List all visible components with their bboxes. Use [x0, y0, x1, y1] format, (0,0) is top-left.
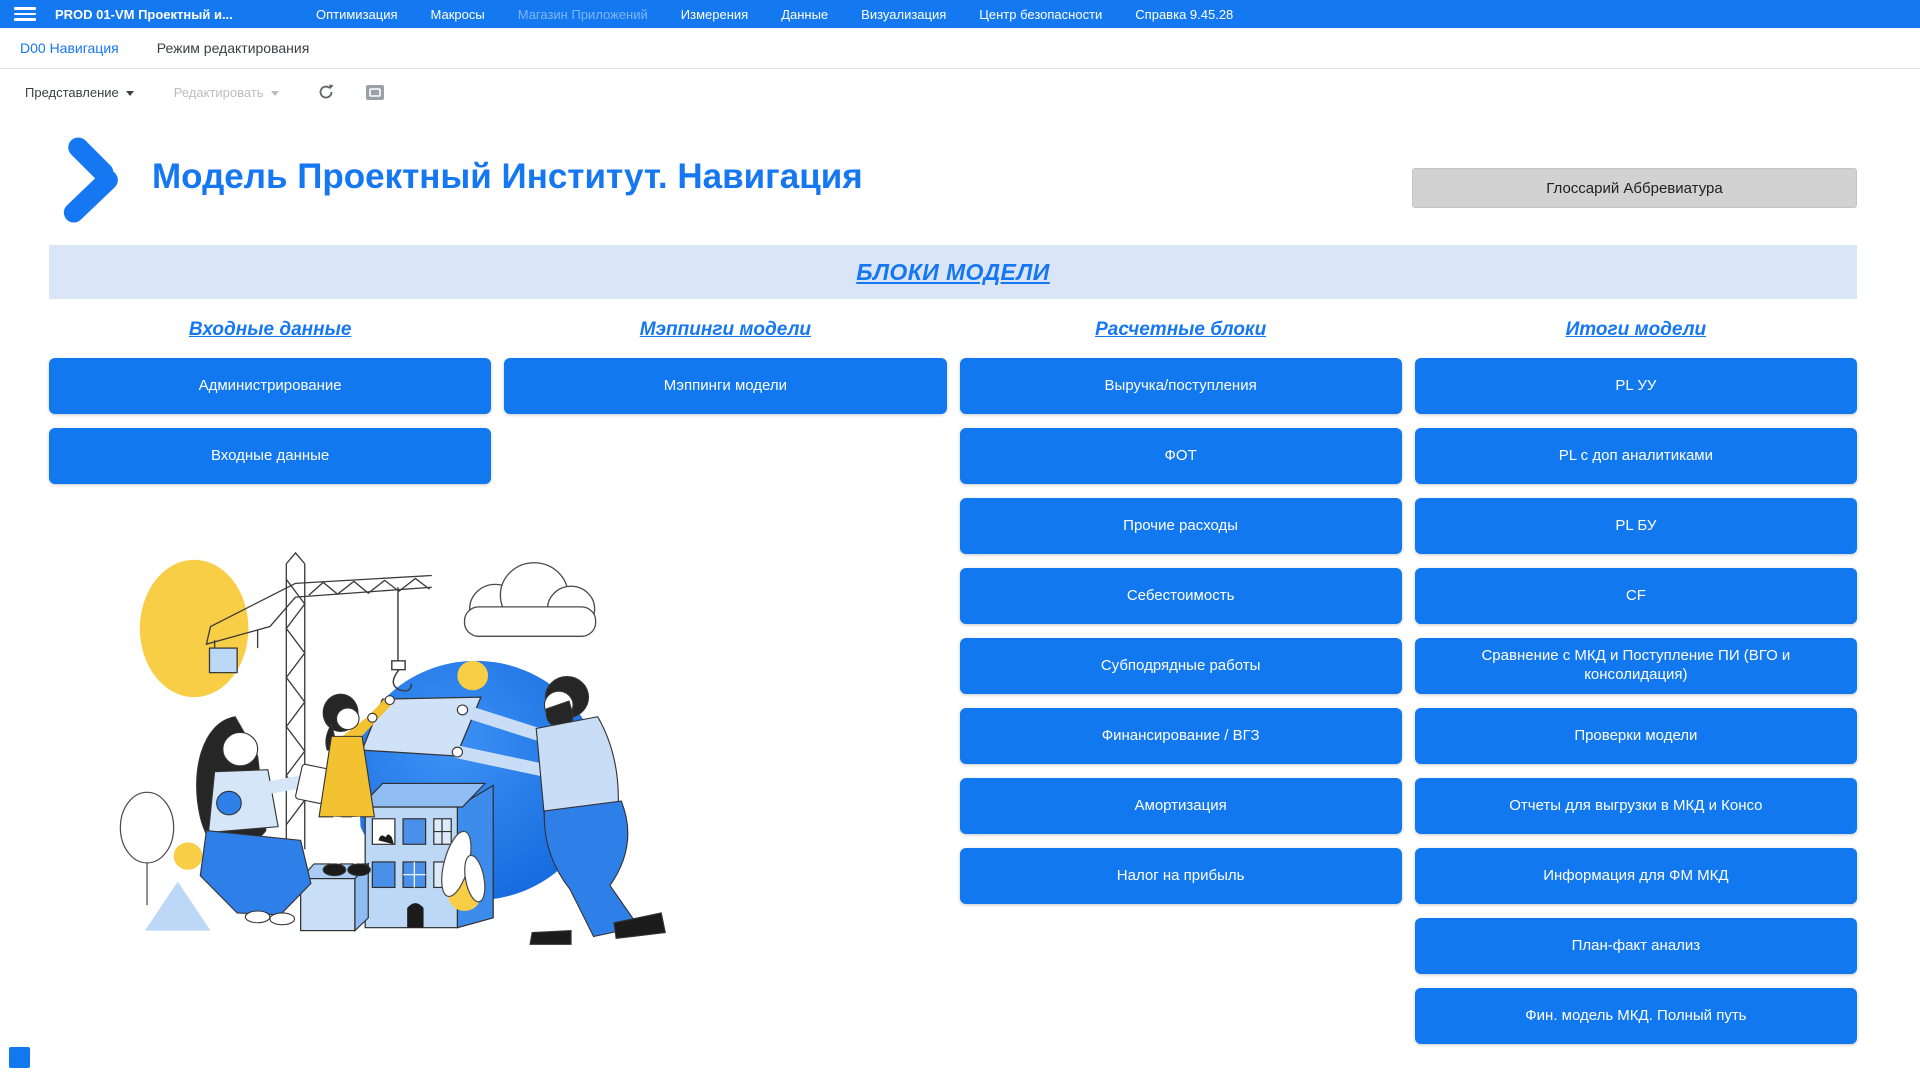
nav-button[interactable]: Амортизация — [960, 778, 1402, 834]
cloud-shape — [465, 563, 596, 637]
edit-dropdown: Редактировать — [174, 85, 279, 100]
refresh-icon[interactable] — [317, 83, 335, 101]
nav-button[interactable]: Финансирование / ВГЗ — [960, 708, 1402, 764]
nav-button[interactable]: PL УУ — [1415, 358, 1857, 414]
nav-button[interactable]: Себестоимость — [960, 568, 1402, 624]
glossary-button[interactable]: Глоссарий Аббревиатура — [1412, 168, 1857, 208]
top-menu: Оптимизация Макросы Магазин Приложений И… — [316, 7, 1233, 22]
menu-item-security-center[interactable]: Центр безопасности — [979, 7, 1102, 22]
view-toolbar: Представление Редактировать — [0, 69, 1920, 115]
menu-item-data[interactable]: Данные — [781, 7, 828, 22]
column-header-mappings[interactable]: Мэппинги модели — [640, 319, 811, 340]
blocks-banner-link[interactable]: БЛОКИ МОДЕЛИ — [856, 259, 1049, 286]
nav-button[interactable]: Выручка/поступления — [960, 358, 1402, 414]
model-title[interactable]: PROD 01-VM Проектный и... — [55, 7, 300, 22]
sun-shape — [140, 560, 249, 697]
column-model-results: Итоги модели PL УУ PL с доп аналитиками … — [1415, 319, 1857, 1044]
nav-button[interactable]: Информация для ФМ МКД — [1415, 848, 1857, 904]
nav-button[interactable]: Фин. модель МКД. Полный путь — [1415, 988, 1857, 1044]
hamburger-menu-icon[interactable] — [14, 7, 36, 21]
nav-button[interactable]: PL БУ — [1415, 498, 1857, 554]
presentation-mode-icon[interactable] — [365, 84, 385, 101]
blocks-banner: БЛОКИ МОДЕЛИ — [49, 245, 1857, 299]
menu-item-macros[interactable]: Макросы — [431, 7, 485, 22]
column-input-data: Входные данные Администрирование Входные… — [49, 319, 491, 484]
nav-button[interactable]: Сравнение с МКД и Поступление ПИ (ВГО и … — [1415, 638, 1857, 694]
view-dropdown-label: Представление — [25, 85, 119, 100]
construction-team-illustration — [104, 550, 780, 962]
yellow-dot — [457, 661, 488, 690]
page-header: Модель Проектный Институт. Навигация Гло… — [0, 115, 1920, 245]
column-calculation-blocks: Расчетные блоки Выручка/поступления ФОТ … — [960, 319, 1402, 904]
menu-item-help-version[interactable]: Справка 9.45.28 — [1135, 7, 1233, 22]
dashboard-tabbar: D00 Навигация Режим редактирования — [0, 28, 1920, 69]
nav-button[interactable]: ФОТ — [960, 428, 1402, 484]
chevron-down-icon — [126, 91, 134, 96]
nav-button[interactable]: Администрирование — [49, 358, 491, 414]
page-title: Модель Проектный Институт. Навигация — [152, 157, 863, 197]
menu-item-app-store: Магазин Приложений — [518, 7, 648, 22]
model-logo-icon — [62, 135, 136, 225]
tab-edit-mode[interactable]: Режим редактирования — [157, 40, 310, 56]
menu-item-visualization[interactable]: Визуализация — [861, 7, 946, 22]
view-dropdown[interactable]: Представление — [25, 85, 134, 100]
menu-item-dimensions[interactable]: Измерения — [681, 7, 748, 22]
plant-shape — [120, 792, 210, 930]
nav-button[interactable]: Проверки модели — [1415, 708, 1857, 764]
nav-button[interactable]: CF — [1415, 568, 1857, 624]
column-header-calculation-blocks[interactable]: Расчетные блоки — [1095, 319, 1266, 340]
crane-load-shape — [209, 648, 237, 673]
nav-button[interactable]: Субподрядные работы — [960, 638, 1402, 694]
column-mappings: Мэппинги модели Мэппинги модели — [504, 319, 946, 414]
nav-button[interactable]: План-факт анализ — [1415, 918, 1857, 974]
nav-button[interactable]: Мэппинги модели — [504, 358, 946, 414]
nav-button[interactable]: Налог на прибыль — [960, 848, 1402, 904]
menu-item-optimization[interactable]: Оптимизация — [316, 7, 398, 22]
nav-button[interactable]: Отчеты для выгрузки в МКД и Консо — [1415, 778, 1857, 834]
top-menubar: PROD 01-VM Проектный и... Оптимизация Ма… — [0, 0, 1920, 28]
nav-button[interactable]: Входные данные — [49, 428, 491, 484]
column-header-model-results[interactable]: Итоги модели — [1566, 319, 1707, 340]
edit-dropdown-label: Редактировать — [174, 85, 264, 100]
tab-d00-navigation[interactable]: D00 Навигация — [20, 40, 119, 56]
nav-button[interactable]: PL с доп аналитиками — [1415, 428, 1857, 484]
nav-button[interactable]: Прочие расходы — [960, 498, 1402, 554]
column-header-input-data[interactable]: Входные данные — [189, 319, 352, 340]
chevron-down-icon — [271, 91, 279, 96]
crane-hook-shape — [392, 587, 411, 691]
floating-action-button[interactable] — [9, 1047, 30, 1068]
